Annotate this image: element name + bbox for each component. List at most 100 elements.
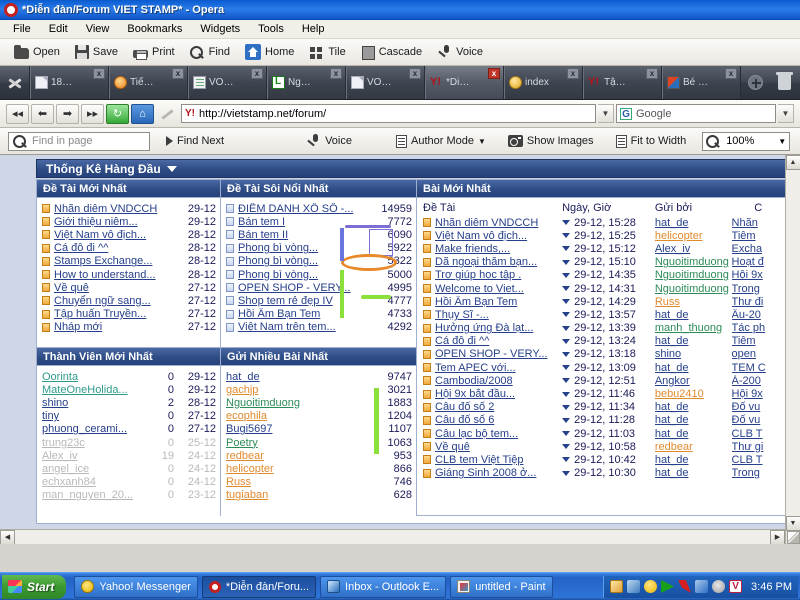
menu-item-help[interactable]: Help [293, 21, 334, 37]
post-category-link[interactable]: Hoạt đ [732, 256, 764, 268]
find-in-page-input[interactable]: Find in page [8, 131, 150, 151]
post-topic-link[interactable]: Hưởng ứng Đà lạt... [435, 322, 533, 334]
post-topic-link[interactable]: Make friends,... [435, 243, 510, 255]
scroll-left-button[interactable]: ◀ [0, 529, 15, 544]
tab-close-icon[interactable]: x [330, 68, 342, 79]
list-item[interactable]: Poetry 1063 [226, 436, 412, 449]
post-category-link[interactable]: Nhãn [732, 217, 758, 229]
post-user-link[interactable]: bebu2410 [655, 388, 704, 400]
find-next-button[interactable]: Find Next [160, 132, 230, 150]
tab-close-icon[interactable]: x [172, 68, 184, 79]
post-user-link[interactable]: hat_de [655, 454, 689, 466]
table-row[interactable]: Make friends,... 29-12, 15:12 Alex_iv Excha [417, 242, 785, 255]
table-row[interactable]: Câu đố số 6 29-12, 11:28 hat_de Đố vu [417, 414, 785, 427]
post-category-link[interactable]: CLB T [732, 454, 763, 466]
post-category-link[interactable]: Á-200 [732, 375, 761, 387]
poster-link[interactable]: Poetry [226, 437, 366, 449]
tab-close-icon[interactable]: x [409, 68, 421, 79]
post-topic-link[interactable]: CLB tem Việt Tiệp [435, 454, 523, 466]
member-link[interactable]: trung23c [42, 437, 148, 449]
member-link[interactable]: Oorinta [42, 371, 148, 383]
horizontal-scrollbar[interactable]: ◀ ▶ [0, 529, 785, 544]
list-item[interactable]: Phong bì vòng... 5922 [226, 242, 412, 255]
tab-7[interactable]: Y! Tậ… x [583, 66, 662, 99]
find-button[interactable]: Find [184, 42, 236, 63]
home-nav-button[interactable]: ⌂ [131, 103, 154, 124]
list-item[interactable]: Giới thiệu niêm... 29-12 [42, 215, 216, 228]
goto-last-post-icon[interactable] [562, 431, 571, 437]
table-row[interactable]: Trợ giúp học tập . 29-12, 14:35 Nguoitimdu… [417, 269, 785, 282]
post-topic-link[interactable]: Việt Nam vô địch... [435, 230, 527, 242]
list-item[interactable]: helicopter 866 [226, 462, 412, 475]
post-topic-link[interactable]: Câu lạc bộ tem... [435, 428, 518, 440]
post-category-link[interactable]: Hội 9x [732, 388, 763, 400]
table-row[interactable]: Về quê 29-12, 10:58 redbear Thư gi [417, 440, 785, 453]
post-topic-link[interactable]: Cá đô đi ^^ [435, 335, 489, 347]
goto-last-post-icon[interactable] [562, 378, 571, 384]
post-user-link[interactable]: hat_de [655, 414, 689, 426]
list-item[interactable]: Phong bì vòng... 5322 [226, 255, 412, 268]
post-category-link[interactable]: Âu-20 [732, 309, 761, 321]
post-user-link[interactable]: Nguoitimduong [655, 256, 729, 268]
list-item[interactable]: Việt Nam vô địch... 28-12 [42, 228, 216, 241]
goto-last-post-icon[interactable] [562, 233, 571, 239]
author-mode-button[interactable]: Author Mode ▼ [390, 132, 492, 151]
menu-item-view[interactable]: View [77, 21, 119, 37]
post-category-link[interactable]: Trong [732, 467, 760, 479]
goto-last-post-icon[interactable] [562, 286, 571, 292]
post-category-link[interactable]: open [732, 348, 756, 360]
show-images-button[interactable]: Show Images [502, 132, 600, 150]
member-link[interactable]: Alex_iv [42, 450, 148, 462]
tab-1[interactable]: Tiế… x [109, 66, 188, 99]
search-input[interactable]: G Google [616, 104, 776, 123]
post-user-link[interactable]: Nguoitimduong [655, 283, 729, 295]
list-item[interactable]: man_nguyen_20... 0 23-12 [42, 489, 216, 502]
tab-close-icon[interactable]: x [646, 68, 658, 79]
table-row[interactable]: Hồi Âm Bạn Tem 29-12, 14:29 Russ Thư đi [417, 295, 785, 308]
post-user-link[interactable]: Angkor [655, 375, 690, 387]
resize-grip[interactable] [786, 531, 800, 544]
table-row[interactable]: CLB tem Việt Tiệp 29-12, 10:42 hat_de CLB T [417, 453, 785, 466]
post-user-link[interactable]: manh_thuong [655, 322, 722, 334]
member-link[interactable]: echxanh84 [42, 476, 148, 488]
fast-forward-button[interactable]: ▸▸ [81, 103, 104, 124]
post-topic-link[interactable]: Câu đố số 6 [435, 414, 494, 426]
post-topic-link[interactable]: Về quê [435, 441, 470, 453]
open-button[interactable]: Open [8, 43, 66, 62]
list-item[interactable]: Stamps Exchange... 28-12 [42, 255, 216, 268]
save-button[interactable]: Save [69, 42, 124, 62]
tab-settings-button[interactable] [0, 66, 30, 99]
update-icon[interactable] [695, 580, 709, 593]
list-item[interactable]: How to understand... 28-12 [42, 268, 216, 281]
member-link[interactable]: MateOneHolida... [42, 384, 148, 396]
post-topic-link[interactable]: Câu đố số 2 [435, 401, 494, 413]
list-item[interactable]: Phong bì vòng... 5000 [226, 268, 412, 281]
poster-link[interactable]: Bugi5697 [226, 423, 366, 435]
post-topic-link[interactable]: Trợ giúp học tập . [435, 269, 521, 281]
topic-link[interactable]: Phong bì vòng... [238, 269, 370, 281]
post-user-link[interactable]: Russ [655, 296, 680, 308]
goto-last-post-icon[interactable] [562, 220, 571, 226]
table-row[interactable]: Cambodia/2008 29-12, 12:51 Angkor Á-200 [417, 374, 785, 387]
menu-item-widgets[interactable]: Widgets [191, 21, 249, 37]
post-topic-link[interactable]: Hồi Âm Bạn Tem [435, 296, 517, 308]
hscroll-track[interactable] [15, 529, 770, 544]
mail-icon[interactable] [610, 580, 624, 593]
list-item[interactable]: Việt Nam trên tem... 4292 [226, 321, 412, 334]
table-row[interactable]: Câu lạc bộ tem... 29-12, 11:03 hat_de CLB T [417, 427, 785, 440]
topic-link[interactable]: ĐIỂM DANH XỔ SỐ -... [238, 203, 370, 215]
post-category-link[interactable]: CLB T [732, 428, 763, 440]
table-row[interactable]: Giáng Sinh 2008 ở... 29-12, 10:30 hat_de Tr… [417, 467, 785, 480]
menu-item-bookmarks[interactable]: Bookmarks [118, 21, 191, 37]
topic-link[interactable]: Phong bì vòng... [238, 255, 370, 267]
menu-item-edit[interactable]: Edit [40, 21, 77, 37]
list-item[interactable]: Tập huấn Truyền... 27-12 [42, 308, 216, 321]
tab-4[interactable]: VO… x [346, 66, 425, 99]
topic-link[interactable]: Chuyển ngữ sang... [54, 295, 178, 307]
post-category-link[interactable]: Đố vu [732, 401, 761, 413]
list-item[interactable]: Bán tem II 6090 [226, 228, 412, 241]
table-row[interactable]: Cá đô đi ^^ 29-12, 13:24 hat_de Tiêm [417, 335, 785, 348]
list-item[interactable]: Chuyển ngữ sang... 27-12 [42, 294, 216, 307]
goto-last-post-icon[interactable] [562, 272, 571, 278]
rewind-button[interactable]: ◂◂ [6, 103, 29, 124]
